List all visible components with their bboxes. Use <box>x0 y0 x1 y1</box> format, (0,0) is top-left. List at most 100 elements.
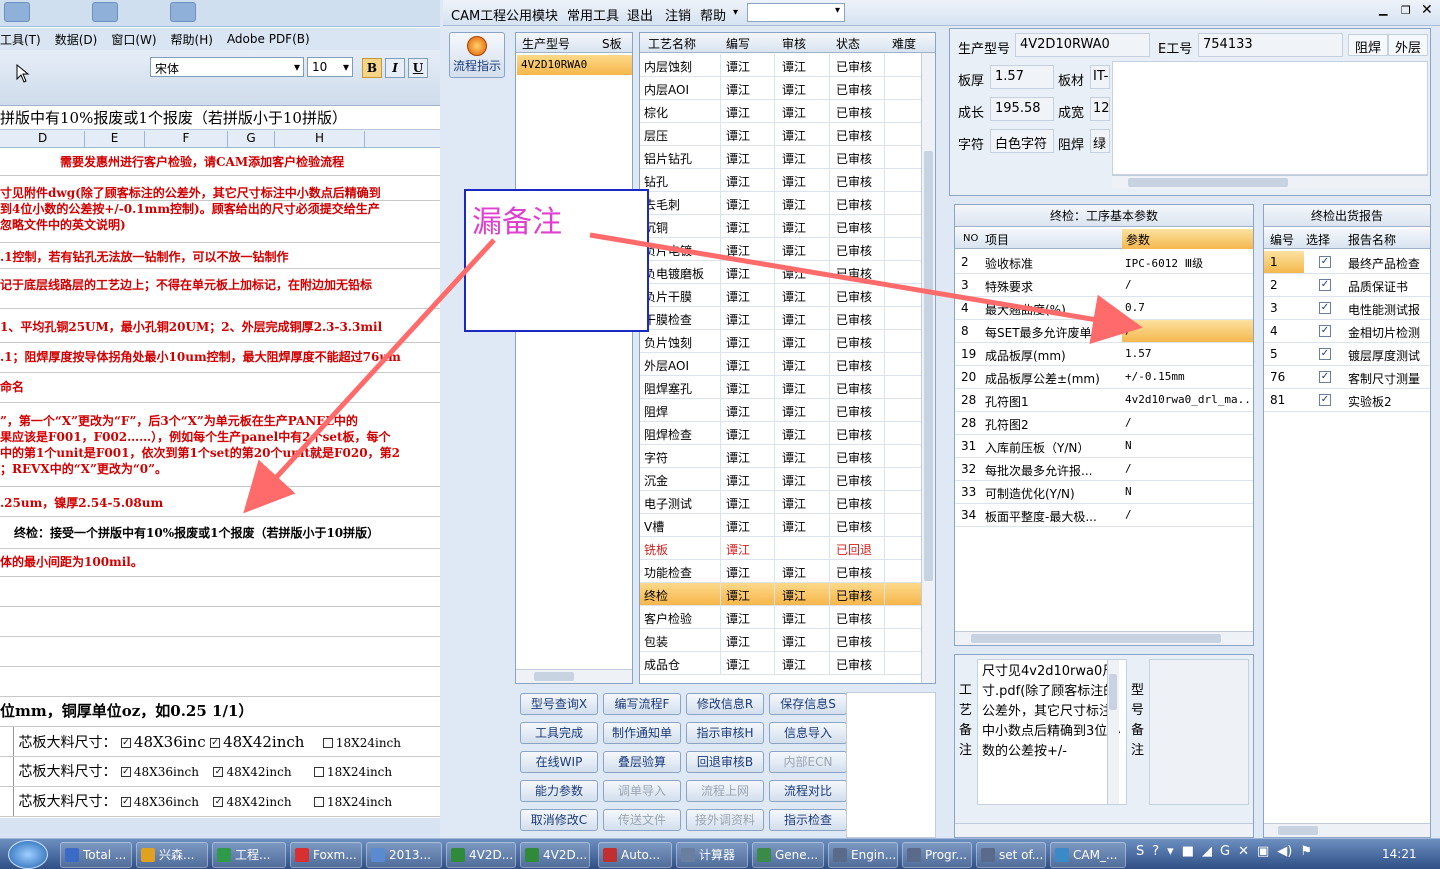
taskbar-button[interactable]: 兴森... <box>136 842 208 868</box>
instruction-review-button[interactable]: 指示审核H <box>686 722 764 744</box>
checkbox[interactable]: ✓ <box>120 767 131 777</box>
report-select-checkbox[interactable]: ✓ <box>1319 394 1331 406</box>
col-author[interactable]: 编写 <box>726 35 750 52</box>
flow-indicator-button[interactable]: 流程指示 <box>449 32 505 78</box>
close-icon[interactable]: ✕ <box>1421 2 1433 18</box>
table-row[interactable]: 铝片钻孔 谭江 谭江 已审核 <box>640 146 921 169</box>
table-row[interactable]: 铣板 谭江 已回退 <box>640 537 921 560</box>
menu-exit[interactable]: 退出 <box>627 5 653 24</box>
sheet-row[interactable]: ；REVX中的“X”更改为“0”。 <box>0 461 440 487</box>
model-query-button[interactable]: 型号查询X <box>520 693 598 715</box>
sheet-row[interactable]: 寸见附件dwg(除了顾客标注的公差外，其它尺寸标注中小数点后精确到 <box>0 185 440 201</box>
sheet-row[interactable]: 位mm，铜厚单位oz，如0.25 1/1） <box>0 697 440 727</box>
legend-field[interactable]: 白色字符 <box>990 129 1054 153</box>
menu-cam-engineering[interactable]: CAM工程 <box>451 5 506 24</box>
table-row[interactable]: 4 最大翘曲度(%) 0.7 <box>955 297 1253 320</box>
table-row[interactable]: 34 板面平整度-最大极... / <box>955 504 1253 527</box>
sheet-row[interactable]: 体的最小间距为100mil。 <box>0 549 440 577</box>
sheet-row[interactable]: 果应该是F001，F002……），例如每个生产panel中有2个set板，每个 <box>0 429 440 445</box>
start-button[interactable] <box>8 840 48 869</box>
column-header-f[interactable]: F <box>145 131 228 148</box>
sheet-row[interactable]: 需要发惠州进行客户检验，请CAM添加客户检验流程 <box>0 150 440 176</box>
menu-combo[interactable]: ▾ <box>747 3 845 22</box>
cancel-modify-button[interactable]: 取消修改C <box>520 809 598 831</box>
table-row[interactable]: 76 ✓ 客制尺寸测量 <box>1264 366 1430 389</box>
table-row[interactable]: 阻焊检查 谭江 谭江 已审核 <box>640 422 921 445</box>
write-flow-button[interactable]: 编写流程F <box>603 693 681 715</box>
table-row[interactable]: 阻焊塞孔 谭江 谭江 已审核 <box>640 376 921 399</box>
menu-common-tools[interactable]: 常用工具 <box>567 5 619 24</box>
table-row[interactable]: 干膜检查 谭江 谭江 已审核 <box>640 307 921 330</box>
vertical-scrollbar[interactable] <box>921 53 935 683</box>
tab-solder-mask[interactable]: 阻焊 <box>1348 34 1388 56</box>
sheet-row[interactable]: 记于底层线路层的工艺边上；不得在单元板上加标记，在附边加无铅标 <box>0 269 440 309</box>
table-row[interactable]: 内层AOI 谭江 谭江 已审核 <box>640 77 921 100</box>
tool-complete-button[interactable]: 工具完成 <box>520 722 598 744</box>
volume-icon[interactable]: ◀) <box>1277 844 1292 866</box>
flag-icon[interactable]: ⚑ <box>1300 844 1312 866</box>
table-row[interactable]: 棕化 谭江 谭江 已审核 <box>640 100 921 123</box>
table-row[interactable]: 4 ✓ 金相切片检测 <box>1264 320 1430 343</box>
table-row[interactable]: 层压 谭江 谭江 已审核 <box>640 123 921 146</box>
report-select-checkbox[interactable]: ✓ <box>1319 371 1331 383</box>
taskbar-button[interactable]: 工程... <box>212 842 286 868</box>
column-header-e[interactable]: E <box>85 131 145 148</box>
table-row[interactable]: 终检 谭江 谭江 已审核 <box>640 583 921 606</box>
network-icon[interactable]: ▣ <box>1257 844 1269 866</box>
online-wip-button[interactable]: 在线WIP <box>520 751 598 773</box>
menu-data[interactable]: 数据(D) <box>55 31 98 48</box>
table-row[interactable]: 沉金 谭江 谭江 已审核 <box>640 468 921 491</box>
menu-logout[interactable]: 注销 <box>665 5 691 24</box>
taskbar-button[interactable]: Auto... <box>598 842 672 868</box>
menu-window[interactable]: 窗口(W) <box>111 31 156 48</box>
column-header-g[interactable]: G <box>228 131 275 148</box>
taskbar-button[interactable]: 计算器 <box>676 842 748 868</box>
report-select-checkbox[interactable]: ✓ <box>1319 256 1331 268</box>
table-row[interactable]: 负电镀磨板 谭江 谭江 已审核 <box>640 261 921 284</box>
table-row[interactable]: 功能检查 谭江 谭江 已审核 <box>640 560 921 583</box>
table-row[interactable]: 33 可制造优化(Y/N) N <box>955 481 1253 504</box>
rollback-review-button[interactable]: 回退审核B <box>686 751 764 773</box>
sheet-row[interactable]: .1控制，若有钻孔无法放一钻制作，可以不放一钻制作 <box>0 243 440 269</box>
sheet-row[interactable]: 忽略文件中的英文说明) <box>0 217 440 243</box>
table-row[interactable]: 负片干膜 谭江 谭江 已审核 <box>640 284 921 307</box>
sheet-row[interactable]: ”，第一个“X”更改为“F”，后3个“X”为单元板在生产PANEL中的 <box>0 413 440 429</box>
width-field[interactable]: 12 <box>1090 97 1110 121</box>
tray-icon[interactable]: G <box>1220 844 1230 866</box>
column-header-h[interactable]: H <box>275 131 365 148</box>
table-row[interactable]: 28 孔符图1 4v2d10rwa0_drl_ma... <box>955 389 1253 412</box>
vertical-scrollbar[interactable] <box>1107 660 1119 804</box>
report-select-checkbox[interactable]: ✓ <box>1319 302 1331 314</box>
flow-upload-button[interactable]: 流程上网 <box>686 780 764 802</box>
sheet-row[interactable]: 1、平均孔铜25UM，最小孔铜20UM；2、外层完成铜厚2.3-3.3mil <box>0 309 440 343</box>
table-row[interactable]: 19 成品板厚(mm) 1.57 <box>955 343 1253 366</box>
core-size-row[interactable]: 芯板大料尺寸： ✓ 48X36inc ✓ 48X42inch 18X24inch <box>0 727 440 757</box>
table-row[interactable]: 内层蚀刻 谭江 谭江 已审核 <box>640 54 921 77</box>
sheet-row[interactable]: 到4位小数的公差按+/-0.1mm控制)。顾客给出的尺寸必须提交给生产 <box>0 201 440 217</box>
table-row[interactable]: 电子测试 谭江 谭江 已审核 <box>640 491 921 514</box>
minimize-icon[interactable]: ▁ <box>1379 3 1387 16</box>
instruction-check-button[interactable]: 指示检查 <box>769 809 847 831</box>
checkbox[interactable] <box>322 738 333 748</box>
report-select-checkbox[interactable]: ✓ <box>1319 348 1331 360</box>
sheet-row[interactable] <box>0 607 440 637</box>
horizontal-scrollbar[interactable] <box>955 631 1253 645</box>
table-row[interactable]: 81 ✓ 实验板2 <box>1264 389 1430 412</box>
sheet-row[interactable]: .1；阻焊厚度按导体拐角处最小10um控制，最大阻焊厚度不能超过76um <box>0 343 440 373</box>
horizontal-scrollbar[interactable] <box>1264 823 1430 837</box>
production-model-field[interactable]: 4V2D10RWA0 <box>1015 33 1150 57</box>
core-size-row[interactable]: 芯板大料尺寸： ✓ 48X36inch ✓ 48X42inch 18X24inch <box>0 787 440 817</box>
stackup-check-button[interactable]: 叠层验算 <box>603 751 681 773</box>
app-icon[interactable] <box>4 2 30 22</box>
modify-info-button[interactable]: 修改信息R <box>686 693 764 715</box>
list-item[interactable]: 4V2D10RWA0 <box>517 55 632 75</box>
table-row[interactable]: 阻焊 谭江 谭江 已审核 <box>640 399 921 422</box>
formula-bar[interactable]: 拼版中有10%报废或1个报废（若拼版小于10拼版） <box>0 106 440 130</box>
table-row[interactable]: 8 每SET最多允许废单元 / <box>955 320 1253 343</box>
taskbar-button[interactable]: Gene... <box>752 842 824 868</box>
col-report-name[interactable]: 报告名称 <box>1348 231 1396 248</box>
col-item[interactable]: 项目 <box>985 231 1009 248</box>
flow-compare-button[interactable]: 流程对比 <box>769 780 847 802</box>
report-select-checkbox[interactable]: ✓ <box>1319 279 1331 291</box>
tray-icon[interactable]: ✕ <box>1238 844 1249 866</box>
